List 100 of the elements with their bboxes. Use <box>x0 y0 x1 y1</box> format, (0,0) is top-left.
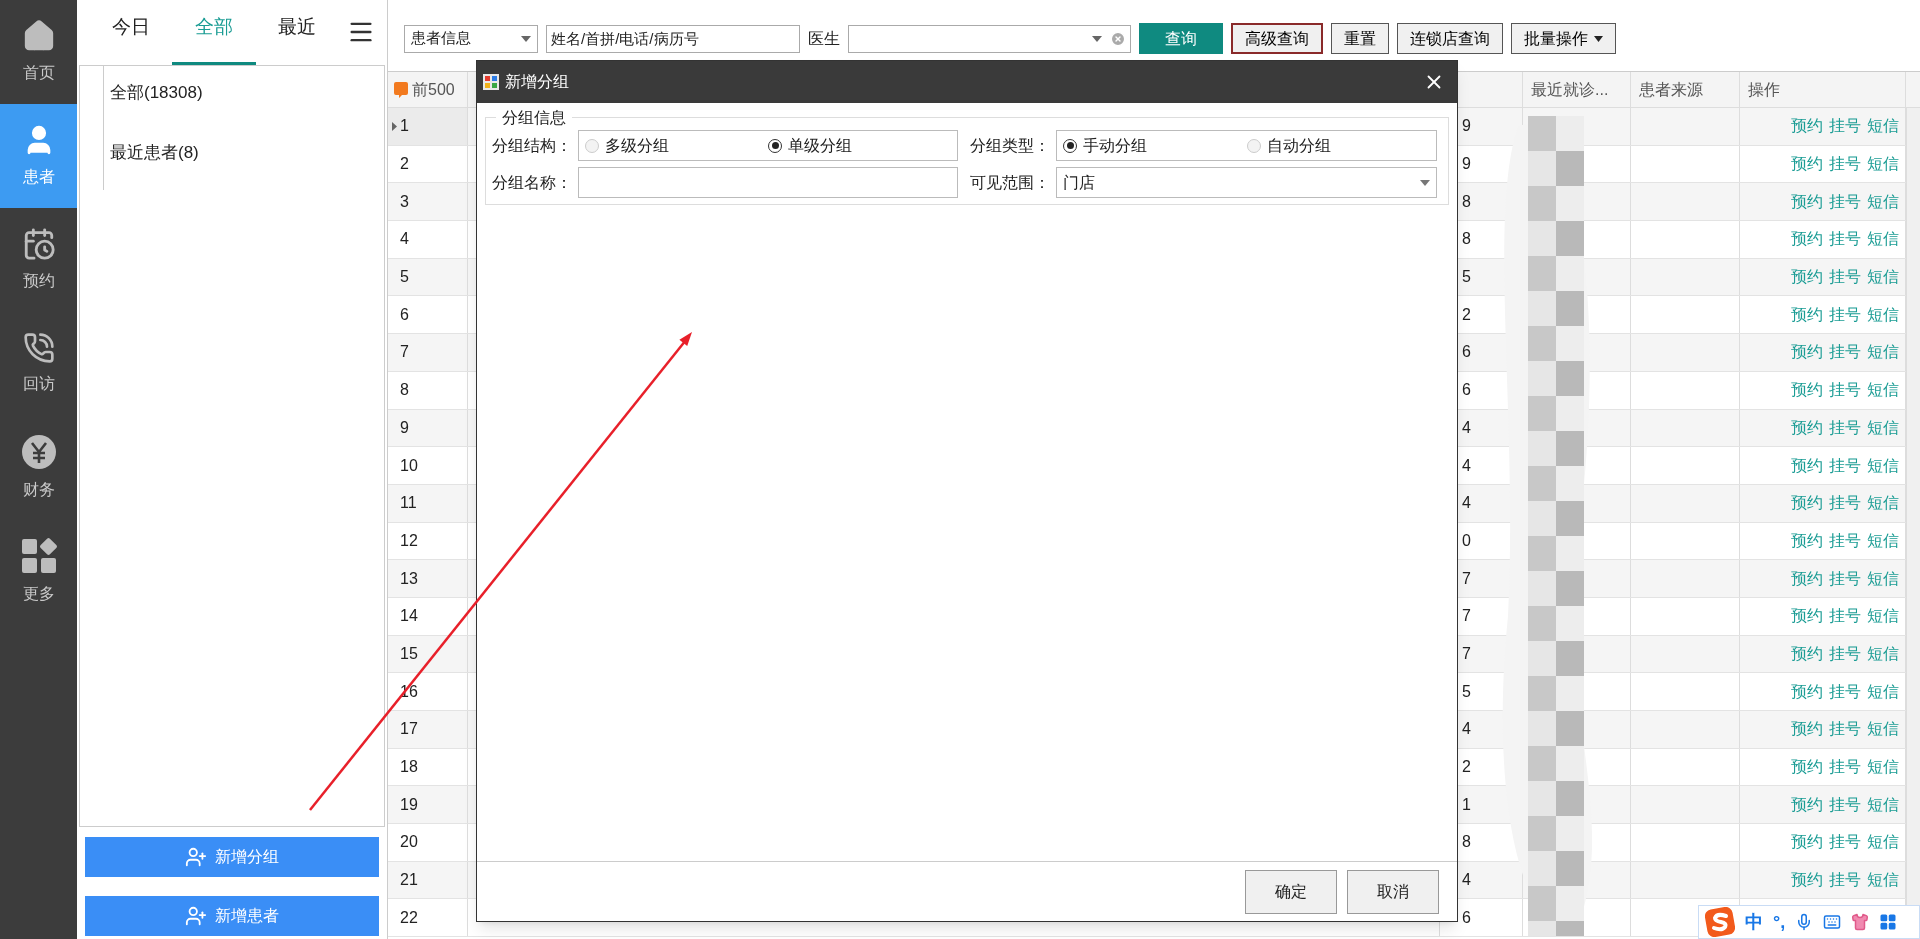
action-link[interactable]: 预约 <box>1791 641 1823 666</box>
ime-logo-icon[interactable] <box>1705 907 1735 937</box>
action-link[interactable]: 预约 <box>1791 265 1823 290</box>
row-header-cell[interactable]: 7 <box>388 334 468 371</box>
action-link[interactable]: 短信 <box>1867 152 1899 177</box>
action-link[interactable]: 预约 <box>1791 792 1823 817</box>
action-link[interactable]: 短信 <box>1867 717 1899 742</box>
action-link[interactable]: 短信 <box>1867 114 1899 139</box>
radio-label[interactable]: 自动分组 <box>1266 133 1331 158</box>
toolbar-button[interactable]: 重置 <box>1331 23 1389 54</box>
action-link[interactable]: 预约 <box>1791 340 1823 365</box>
row-header-cell[interactable]: 3 <box>388 183 468 221</box>
action-link[interactable]: 短信 <box>1867 491 1899 516</box>
action-link[interactable]: 预约 <box>1791 453 1823 478</box>
nav-item[interactable]: 首页 <box>0 0 77 104</box>
action-link[interactable]: 挂号 <box>1829 152 1861 177</box>
row-header-cell[interactable]: 12 <box>388 522 468 560</box>
action-link[interactable]: 挂号 <box>1829 265 1861 290</box>
action-link[interactable]: 短信 <box>1867 189 1899 214</box>
nav-item[interactable]: 更多 <box>0 520 77 624</box>
action-link[interactable]: 短信 <box>1867 641 1899 666</box>
row-header-cell[interactable]: 18 <box>388 748 468 786</box>
row-header-cell[interactable]: 21 <box>388 861 468 899</box>
action-link[interactable]: 挂号 <box>1829 340 1861 365</box>
search-field[interactable]: 姓名/首拼/电话/病历号 <box>546 24 800 53</box>
action-link[interactable]: 短信 <box>1867 604 1899 629</box>
action-link[interactable]: 挂号 <box>1829 528 1861 553</box>
action-link[interactable]: 短信 <box>1867 340 1899 365</box>
doctor-select[interactable] <box>848 24 1131 53</box>
row-header-cell[interactable]: 5 <box>388 258 468 296</box>
action-link[interactable]: 预约 <box>1791 679 1823 704</box>
scope-select[interactable]: 门店 <box>1056 167 1437 198</box>
row-header-cell[interactable]: 15 <box>388 635 468 673</box>
action-link[interactable]: 挂号 <box>1829 679 1861 704</box>
action-link[interactable]: 挂号 <box>1829 641 1861 666</box>
action-link[interactable]: 预约 <box>1791 302 1823 327</box>
action-link[interactable]: 预约 <box>1791 189 1823 214</box>
radio-button[interactable] <box>768 138 782 153</box>
toolbar-button[interactable]: 批量操作 <box>1511 23 1616 54</box>
action-link[interactable]: 短信 <box>1867 792 1899 817</box>
action-link[interactable]: 短信 <box>1867 868 1899 893</box>
action-link[interactable]: 预约 <box>1791 717 1823 742</box>
action-link[interactable]: 短信 <box>1867 378 1899 403</box>
action-link[interactable]: 短信 <box>1867 830 1899 855</box>
row-header-cell[interactable]: 1 <box>388 108 468 145</box>
action-link[interactable]: 挂号 <box>1829 189 1861 214</box>
action-link[interactable]: 短信 <box>1867 227 1899 252</box>
dialog-button[interactable]: 取消 <box>1347 869 1439 914</box>
nav-item[interactable]: 预约 <box>0 208 77 312</box>
action-link[interactable]: 短信 <box>1867 755 1899 780</box>
toolbar-button[interactable]: 查询 <box>1139 23 1223 54</box>
scrollbar[interactable] <box>1906 108 1920 905</box>
nav-item[interactable]: 回访 <box>0 312 77 416</box>
action-link[interactable]: 短信 <box>1867 302 1899 327</box>
toolbar-button[interactable]: 连锁店查询 <box>1397 23 1503 54</box>
group-item[interactable]: 全部(18308) <box>110 80 203 106</box>
shirt-icon[interactable] <box>1851 913 1870 931</box>
row-header-cell[interactable]: 9 <box>388 409 468 447</box>
ime-mode[interactable]: 中 <box>1745 908 1763 936</box>
input-field[interactable] <box>578 167 958 198</box>
action-link[interactable]: 短信 <box>1867 453 1899 478</box>
tab[interactable]: 全部 <box>172 7 256 65</box>
action-link[interactable]: 预约 <box>1791 152 1823 177</box>
action-link[interactable]: 短信 <box>1867 265 1899 290</box>
tab[interactable]: 今日 <box>89 7 173 65</box>
group-item[interactable]: 最近患者(8) <box>110 139 203 165</box>
keyboard-icon[interactable] <box>1823 913 1842 931</box>
action-link[interactable]: 挂号 <box>1829 415 1861 440</box>
ime-mode[interactable]: °, <box>1773 908 1786 936</box>
action-link[interactable]: 挂号 <box>1829 453 1861 478</box>
action-link[interactable]: 挂号 <box>1829 227 1861 252</box>
radio-label[interactable]: 手动分组 <box>1083 133 1147 158</box>
row-header-cell[interactable]: 13 <box>388 560 468 597</box>
row-header-cell[interactable]: 8 <box>388 371 468 409</box>
action-link[interactable]: 预约 <box>1791 604 1823 629</box>
row-header-cell[interactable]: 19 <box>388 786 468 824</box>
action-link[interactable]: 挂号 <box>1829 830 1861 855</box>
action-link[interactable]: 预约 <box>1791 114 1823 139</box>
grid-icon[interactable] <box>1879 913 1898 931</box>
tab[interactable]: 最近 <box>255 7 339 65</box>
action-link[interactable]: 预约 <box>1791 566 1823 591</box>
row-header-cell[interactable]: 20 <box>388 824 468 861</box>
action-link[interactable]: 预约 <box>1791 415 1823 440</box>
row-header-cell[interactable]: 14 <box>388 597 468 635</box>
nav-item[interactable]: 患者 <box>0 104 77 208</box>
row-header-cell[interactable]: 17 <box>388 711 468 748</box>
row-header-cell[interactable]: 4 <box>388 221 468 258</box>
row-header-cell[interactable]: 22 <box>388 899 468 937</box>
dialog-button[interactable]: 确定 <box>1245 869 1337 914</box>
action-link[interactable]: 预约 <box>1791 868 1823 893</box>
add-button[interactable]: 新增分组 <box>85 837 379 877</box>
clear-icon[interactable] <box>1110 30 1126 47</box>
action-link[interactable]: 短信 <box>1867 528 1899 553</box>
action-link[interactable]: 挂号 <box>1829 755 1861 780</box>
action-link[interactable]: 预约 <box>1791 378 1823 403</box>
action-link[interactable]: 短信 <box>1867 679 1899 704</box>
search-type-select[interactable]: 患者信息 <box>404 24 538 53</box>
action-link[interactable]: 挂号 <box>1829 868 1861 893</box>
action-link[interactable]: 预约 <box>1791 755 1823 780</box>
row-header-cell[interactable]: 11 <box>388 484 468 522</box>
